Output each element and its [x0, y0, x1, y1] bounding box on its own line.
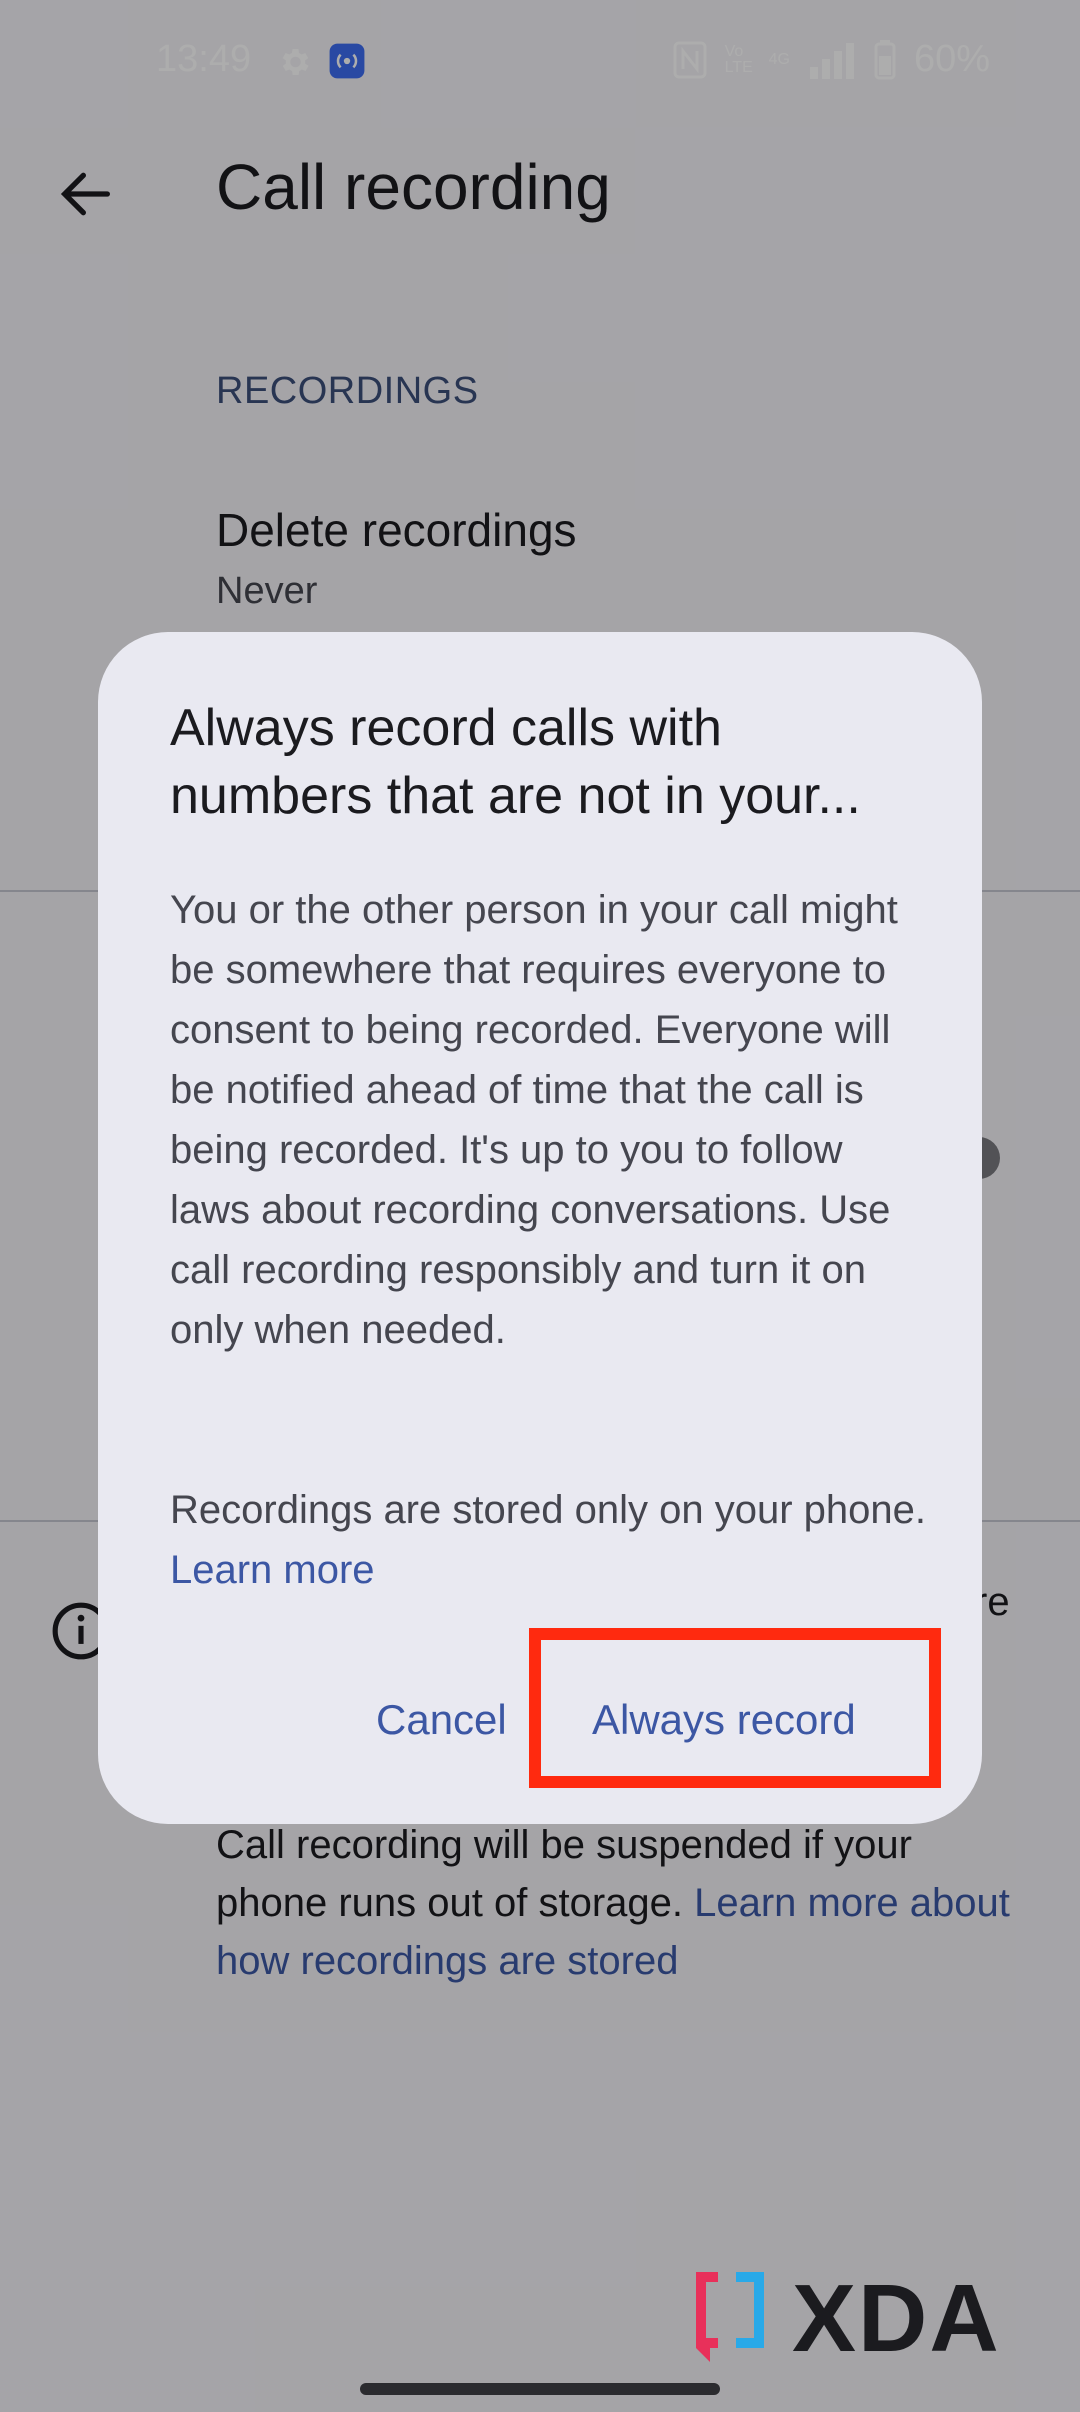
dialog-storage-text: Recordings are stored only on your phone… [170, 1488, 927, 1532]
xda-logo-icon [696, 2272, 764, 2362]
xda-watermark-text: XDA [792, 2265, 1001, 2372]
dialog-body: You or the other person in your call mig… [170, 888, 898, 1352]
dialog-storage-note: Recordings are stored only on your phone… [170, 1480, 930, 1600]
highlight-annotation-box [529, 1628, 941, 1788]
home-indicator[interactable] [360, 2383, 720, 2395]
xda-watermark: XDA [690, 2264, 1030, 2372]
dialog-learn-more-link[interactable]: Learn more [170, 1548, 375, 1592]
dialog-title: Always record calls with numbers that ar… [170, 699, 861, 825]
cancel-button[interactable]: Cancel [360, 1680, 523, 1760]
